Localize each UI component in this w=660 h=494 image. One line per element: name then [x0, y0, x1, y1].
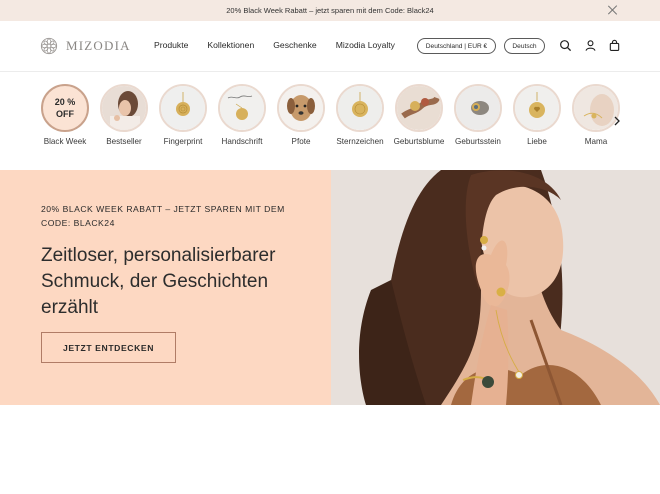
- category-fingerprint[interactable]: Fingerprint: [153, 84, 213, 147]
- category-sternzeichen[interactable]: Sternzeichen: [330, 84, 390, 147]
- black-week-badge: 20 % OFF: [41, 84, 89, 132]
- hero-eyebrow: 20% BLACK WEEK RABATT – JETZT SPAREN MIT…: [41, 204, 285, 228]
- category-geburtsblume[interactable]: Geburtsblume: [389, 84, 449, 147]
- hero-title: Zeitloser, personalisierbarer Schmuck, d…: [41, 245, 276, 318]
- badge-text: 20 % OFF: [54, 97, 76, 119]
- category-liebe[interactable]: Liebe: [507, 84, 567, 147]
- category-label: Mama: [584, 137, 608, 146]
- category-label: Fingerprint: [163, 137, 203, 146]
- main-nav: Produkte Kollektionen Geschenke Mizodia …: [154, 40, 395, 50]
- announcement-bar: 20% Black Week Rabatt – jetzt sparen mit…: [0, 0, 660, 21]
- category-label: Pfote: [291, 137, 311, 146]
- hero-model-illustration: [331, 170, 660, 405]
- category-image: [454, 84, 502, 132]
- nav-kollektionen[interactable]: Kollektionen: [207, 40, 254, 50]
- category-handschrift[interactable]: Handschrift: [212, 84, 272, 147]
- category-image: [100, 84, 148, 132]
- close-icon[interactable]: [606, 3, 620, 17]
- hero-banner: 20% BLACK WEEK RABATT – JETZT SPAREN MIT…: [0, 170, 660, 405]
- category-label: Sternzeichen: [336, 137, 384, 146]
- category-image: [513, 84, 561, 132]
- nav-loyalty[interactable]: Mizodia Loyalty: [336, 40, 395, 50]
- category-label: Bestseller: [106, 137, 142, 146]
- nav-produkte[interactable]: Produkte: [154, 40, 188, 50]
- site-header: MIZODIA Produkte Kollektionen Geschenke …: [0, 21, 660, 72]
- category-label: Liebe: [527, 137, 547, 146]
- logo[interactable]: MIZODIA: [40, 37, 131, 55]
- hero-text-panel: 20% BLACK WEEK RABATT – JETZT SPAREN MIT…: [0, 170, 331, 405]
- language-selector[interactable]: Deutsch: [504, 38, 545, 54]
- category-image: [218, 84, 266, 132]
- category-image: [395, 84, 443, 132]
- category-label: Geburtsblume: [393, 137, 445, 146]
- announcement-text: 20% Black Week Rabatt – jetzt sparen mit…: [226, 6, 434, 15]
- country-selector[interactable]: Deutschland | EUR €: [417, 38, 496, 54]
- category-image: [277, 84, 325, 132]
- discover-button[interactable]: JETZT ENTDECKEN: [41, 332, 176, 363]
- search-icon[interactable]: [559, 39, 572, 52]
- category-label: Handschrift: [221, 137, 263, 146]
- category-pfote[interactable]: Pfote: [271, 84, 331, 147]
- logo-mark-icon: [40, 37, 58, 55]
- category-image: [336, 84, 384, 132]
- category-label: Black Week: [43, 137, 87, 146]
- hero-image: [331, 170, 660, 405]
- category-label: Geburtsstein: [455, 137, 501, 146]
- brand-name: MIZODIA: [66, 38, 131, 53]
- cart-icon[interactable]: [608, 39, 621, 52]
- carousel-next-icon[interactable]: [610, 114, 624, 128]
- category-black-week[interactable]: 20 % OFF Black Week: [35, 84, 95, 147]
- category-geburtsstein[interactable]: Geburtsstein: [448, 84, 508, 147]
- category-image: [159, 84, 207, 132]
- nav-geschenke[interactable]: Geschenke: [273, 40, 316, 50]
- account-icon[interactable]: [584, 39, 597, 52]
- category-bestseller[interactable]: Bestseller: [94, 84, 154, 147]
- category-carousel: 20 % OFF Black Week Bestseller Fingerpri…: [0, 72, 660, 170]
